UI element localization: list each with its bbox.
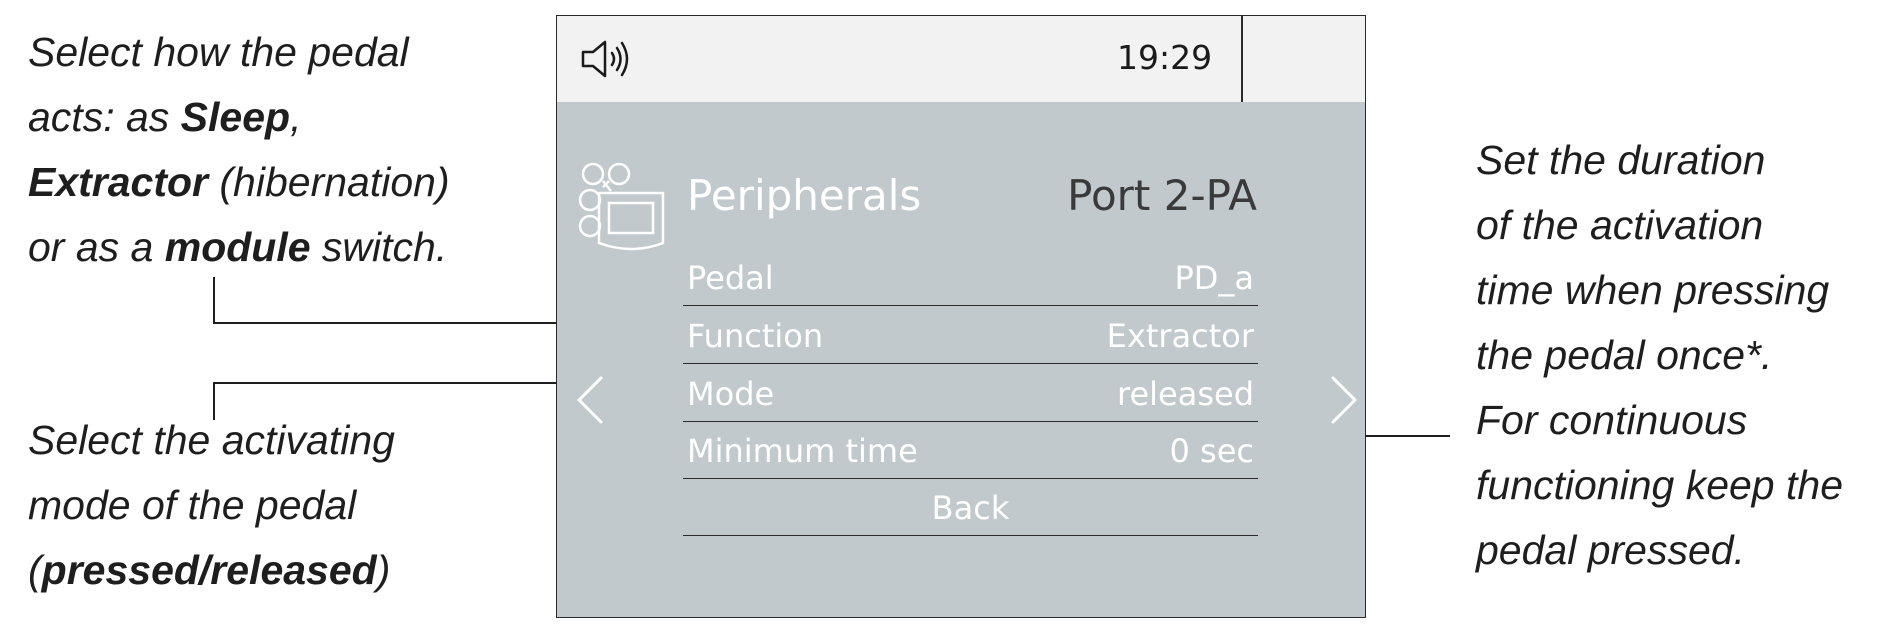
callout-mode-line-1: Select the activating bbox=[28, 417, 395, 463]
status-bar-divider bbox=[1241, 16, 1243, 102]
menu-row-value: 0 sec bbox=[1169, 432, 1254, 470]
callout-minimum-time-line: For continuous bbox=[1476, 397, 1748, 443]
leader-function-vertical bbox=[213, 277, 215, 323]
callout-minimum-time-line: Set the duration bbox=[1476, 137, 1766, 183]
chevron-left-icon[interactable] bbox=[573, 374, 607, 426]
leader-mode-vertical bbox=[213, 382, 215, 420]
callout-minimum-time-line: time when pressing bbox=[1476, 267, 1830, 313]
menu-row-label: Minimum time bbox=[687, 432, 918, 470]
menu-row-function[interactable]: Function Extractor bbox=[683, 308, 1258, 364]
callout-minimum-time-line: pedal pressed. bbox=[1476, 527, 1745, 573]
callout-function: Select how the pedal acts: as Sleep, Ext… bbox=[28, 20, 450, 280]
clock: 19:29 bbox=[1117, 38, 1213, 77]
device-screen: 19:29 Peripherals Port 2-PA Pedal PD_a F… bbox=[556, 15, 1366, 618]
menu-row-label: Mode bbox=[687, 375, 775, 413]
speaker-icon[interactable] bbox=[579, 36, 639, 82]
callout-function-line-2-prefix: acts: as bbox=[28, 94, 181, 140]
callout-minimum-time-line: of the activation bbox=[1476, 202, 1764, 248]
callout-function-line-2: acts: as Sleep, bbox=[28, 85, 450, 150]
callout-mode-line-3: (pressed/released) bbox=[28, 538, 395, 603]
callout-function-extractor: Extractor bbox=[28, 159, 209, 205]
back-button[interactable]: Back bbox=[683, 480, 1258, 536]
callout-minimum-time-line: the pedal once*. bbox=[1476, 332, 1773, 378]
menu-row-minimum-time[interactable]: Minimum time 0 sec bbox=[683, 423, 1258, 479]
callout-mode-line-3-suffix: ) bbox=[376, 547, 391, 593]
back-button-label: Back bbox=[931, 489, 1010, 527]
menu-title: Peripherals bbox=[687, 171, 922, 220]
callout-mode: Select the activating mode of the pedal … bbox=[28, 408, 395, 603]
menu-row-value: released bbox=[1117, 375, 1254, 413]
callout-mode-line-2: mode of the pedal bbox=[28, 482, 357, 528]
callout-function-sleep: Sleep bbox=[180, 94, 291, 140]
menu-row-label: Pedal bbox=[687, 259, 774, 297]
callout-function-line-4-prefix: or as a bbox=[28, 224, 165, 270]
callout-mode-pressed-released: pressed/released bbox=[41, 547, 377, 593]
callout-function-line-3: Extractor (hibernation) bbox=[28, 150, 450, 215]
menu-port: Port 2-PA bbox=[1067, 171, 1257, 220]
callout-function-line-4: or as a module switch. bbox=[28, 215, 450, 280]
callout-mode-line-3-prefix: ( bbox=[28, 547, 42, 593]
peripherals-icon bbox=[577, 161, 671, 257]
callout-minimum-time: Set the duration of the activation time … bbox=[1476, 128, 1843, 583]
menu-row-pedal[interactable]: Pedal PD_a bbox=[683, 250, 1258, 306]
chevron-right-icon[interactable] bbox=[1327, 374, 1361, 426]
menu-row-label: Function bbox=[687, 317, 824, 355]
callout-function-line-2-suffix: , bbox=[290, 94, 302, 140]
callout-minimum-time-line: functioning keep the bbox=[1476, 462, 1843, 508]
callout-function-line-1: Select how the pedal bbox=[28, 29, 409, 75]
callout-function-module: module bbox=[164, 224, 311, 270]
status-bar: 19:29 bbox=[557, 16, 1365, 102]
menu-row-value: PD_a bbox=[1174, 259, 1254, 297]
menu-row-value: Extractor bbox=[1106, 317, 1254, 355]
callout-function-line-3-suffix: (hibernation) bbox=[208, 159, 450, 205]
menu-row-mode[interactable]: Mode released bbox=[683, 366, 1258, 422]
callout-function-line-4-suffix: switch. bbox=[310, 224, 448, 270]
